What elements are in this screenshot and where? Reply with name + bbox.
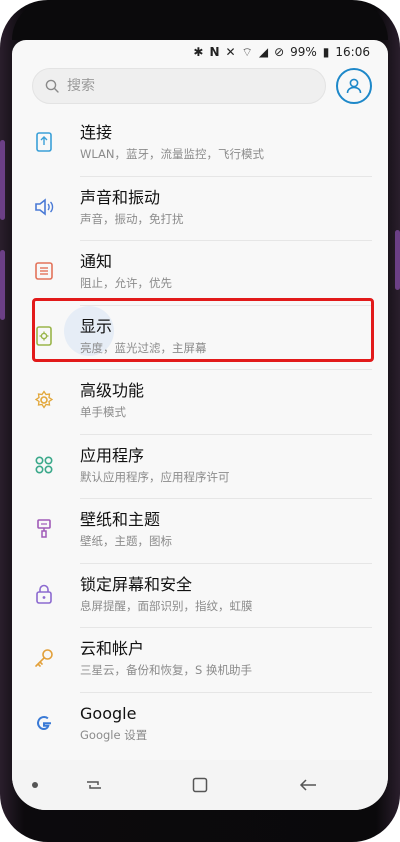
status-bar: ✱ N ✕ ⌔ ◢ ⊘ 99% ▮ 16:06 — [12, 40, 388, 64]
settings-item-title: 连接 — [80, 123, 113, 142]
notification-icon — [30, 257, 58, 285]
settings-item-title: 声音和振动 — [80, 187, 161, 207]
back-button[interactable] — [288, 770, 328, 800]
settings-item-title: 应用程序 — [80, 445, 145, 465]
settings-item-title: 壁纸和主题 — [80, 510, 161, 529]
settings-item-title: 高级功能 — [80, 381, 145, 400]
settings-item-lock-screen[interactable]: 锁定屏幕和安全 息屏提醒，面部识别，指纹，虹膜 — [12, 564, 388, 628]
advanced-features-icon — [30, 386, 58, 414]
volume-button — [0, 140, 5, 220]
battery-icon: ▮ — [322, 45, 330, 59]
account-button[interactable] — [336, 68, 372, 104]
settings-item-subtitle: 声音，振动，免打扰 — [80, 211, 184, 226]
brush-icon — [30, 515, 58, 543]
screen: ✱ N ✕ ⌔ ◢ ⊘ 99% ▮ 16:06 连接 WLAN，蓝 — [12, 40, 388, 810]
search-icon — [45, 79, 59, 93]
wifi-icon: ⌔ — [241, 45, 253, 59]
phone-top-bezel — [12, 0, 388, 40]
nav-dot-indicator[interactable] — [32, 782, 38, 788]
settings-item-title: 通知 — [80, 252, 113, 271]
settings-item-subtitle: 默认应用程序，应用程序许可 — [80, 469, 230, 484]
connections-icon — [30, 128, 58, 156]
display-highlight-box — [32, 298, 374, 362]
settings-item-cloud-accounts[interactable]: 云和帐户 三星云，备份和恢复，S 换机助手 — [12, 628, 388, 693]
mute-icon: ✕ — [225, 45, 236, 59]
bixby-button — [395, 230, 400, 290]
settings-item-connections[interactable]: 连接 WLAN，蓝牙，流量监控，飞行模式 — [12, 112, 388, 177]
account-icon — [346, 78, 362, 94]
recent-apps-icon — [87, 781, 101, 789]
key-icon — [30, 644, 58, 672]
no-disturb-icon: ⊘ — [274, 45, 285, 59]
settings-item-title: 锁定屏幕和安全 — [80, 574, 193, 594]
settings-item-subtitle: 壁纸，主题，图标 — [80, 534, 172, 548]
settings-item-subtitle: 单手模式 — [80, 405, 126, 419]
settings-item-wallpaper[interactable]: 壁纸和主题 壁纸，主题，图标 — [12, 499, 388, 564]
navigation-bar — [12, 760, 388, 810]
speaker-icon — [30, 193, 58, 221]
settings-item-advanced[interactable]: 高级功能 单手模式 — [12, 370, 388, 435]
bluetooth-icon: ✱ — [193, 45, 204, 59]
search-bar[interactable] — [32, 68, 326, 104]
settings-item-subtitle: WLAN，蓝牙，流量监控，飞行模式 — [80, 147, 265, 161]
search-input[interactable] — [67, 78, 287, 94]
clock: 16:06 — [335, 45, 370, 59]
settings-item-subtitle: 息屏提醒，面部识别，指纹，虹膜 — [80, 598, 253, 613]
settings-item-apps[interactable]: 应用程序 默认应用程序，应用程序许可 — [12, 435, 388, 499]
signal-icon: ◢ — [258, 45, 269, 59]
battery-level: 99% — [290, 45, 317, 59]
settings-item-google[interactable]: Google Google 设置 — [12, 693, 388, 758]
power-button — [0, 250, 5, 320]
settings-item-subtitle: 三星云，备份和恢复，S 换机助手 — [80, 663, 252, 677]
settings-item-subtitle: Google 设置 — [80, 727, 148, 742]
settings-item-sound[interactable]: 声音和振动 声音，振动，免打扰 — [12, 177, 388, 241]
settings-list: 连接 WLAN，蓝牙，流量监控，飞行模式 声音和振动 声音，振动，免打扰 通知 … — [12, 112, 388, 757]
home-icon — [192, 777, 208, 793]
nfc-icon: N — [209, 45, 220, 59]
settings-item-title: Google — [80, 703, 137, 723]
home-button[interactable] — [180, 770, 220, 800]
back-icon — [299, 779, 316, 791]
settings-item-notifications[interactable]: 通知 阻止，允许，优先 — [12, 241, 388, 306]
apps-icon — [30, 451, 58, 479]
settings-item-subtitle: 阻止，允许，优先 — [80, 276, 172, 290]
recent-apps-button[interactable] — [74, 770, 114, 800]
settings-item-title: 云和帐户 — [80, 639, 145, 658]
lock-icon — [30, 580, 58, 608]
google-icon — [30, 709, 58, 737]
